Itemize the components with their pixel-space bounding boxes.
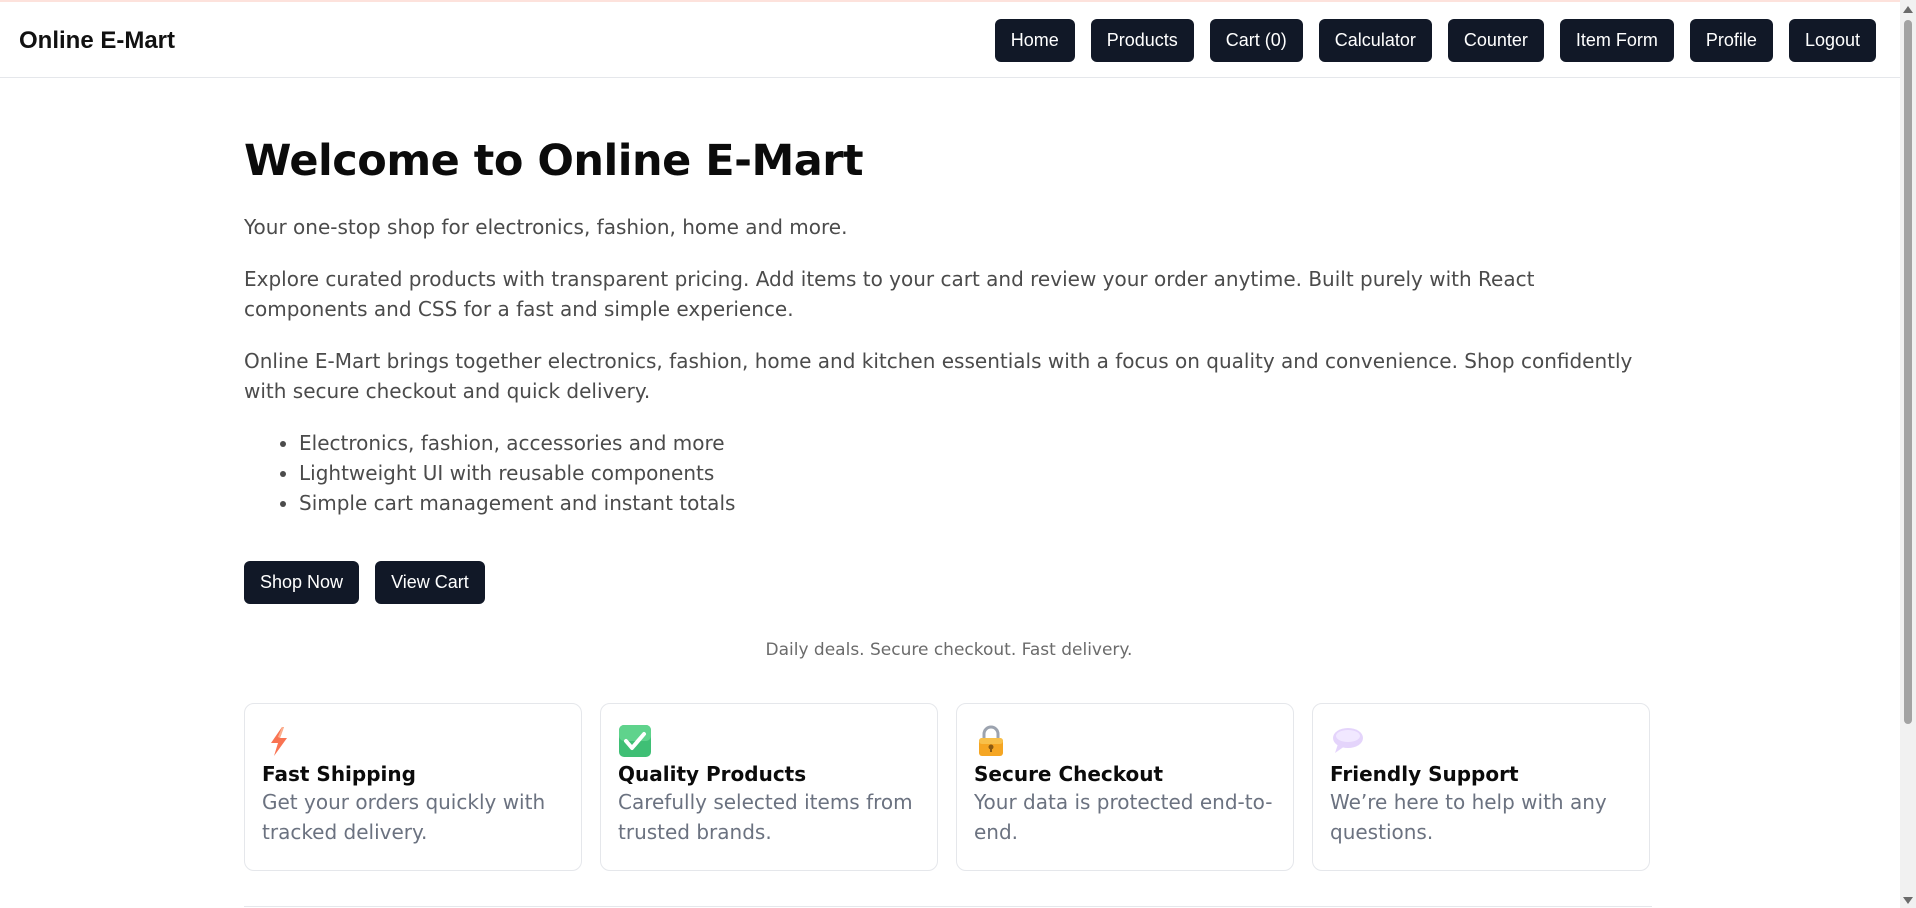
card-title: Fast Shipping [262,762,416,786]
hero-tagline: Your one-stop shop for electronics, fash… [244,215,848,239]
shop-now-button[interactable]: Shop Now [244,561,360,604]
nav-profile-button[interactable]: Profile [1689,19,1773,62]
feature-list-item: Electronics, fashion, accessories and mo… [299,428,735,458]
card-text: Carefully selected items from trusted br… [618,790,913,844]
feature-cards: Fast Shipping Get your orders quickly wi… [244,703,1650,871]
view-cart-button[interactable]: View Cart [375,561,485,604]
feature-card-fast-shipping: Fast Shipping Get your orders quickly wi… [244,703,582,871]
hero-description-1: Explore curated products with transparen… [244,267,1535,321]
scrollbar-thumb[interactable] [1904,20,1912,724]
main-nav: Home Products Cart (0) Calculator Counte… [994,19,1876,62]
lock-icon [979,725,1003,756]
nav-counter-button[interactable]: Counter [1447,19,1544,62]
speech-bubble-icon [1333,728,1363,753]
card-text: Your data is protected end-to-end. [974,790,1273,844]
feature-list-item: Lightweight UI with reusable components [299,458,735,488]
card-title: Quality Products [618,762,807,786]
deals-note: Daily deals. Secure checkout. Fast deliv… [765,640,1133,660]
card-text: We’re here to help with any questions. [1330,790,1607,844]
brand-logo[interactable]: Online E-Mart [19,27,175,55]
nav-home-button[interactable]: Home [994,19,1075,62]
nav-logout-button[interactable]: Logout [1788,19,1876,62]
page-title: Welcome to Online E-Mart [244,136,864,186]
section-divider [244,906,1652,907]
feature-card-secure-checkout: Secure Checkout Your data is protected e… [956,703,1294,871]
card-text: Get your orders quickly with tracked del… [262,790,546,844]
feature-card-quality-products: Quality Products Carefully selected item… [600,703,938,871]
page-scrollbar[interactable] [1900,0,1916,908]
lightning-icon [271,727,287,756]
nav-item-form-button[interactable]: Item Form [1559,19,1674,62]
checkmark-icon [619,725,651,757]
scroll-down-arrow-icon[interactable] [1903,897,1913,904]
nav-cart-button[interactable]: Cart (0) [1209,19,1303,62]
hero-description-2: Online E-Mart brings together electronic… [244,349,1633,403]
scroll-up-arrow-icon[interactable] [1903,6,1913,13]
feature-list: Electronics, fashion, accessories and mo… [244,428,735,518]
feature-list-item: Simple cart management and instant total… [299,488,735,518]
navbar: Online E-Mart Home Products Cart (0) Cal… [0,2,1900,78]
cta-buttons: Shop Now View Cart [244,561,485,604]
nav-products-button[interactable]: Products [1090,19,1194,62]
feature-card-friendly-support: Friendly Support We’re here to help with… [1312,703,1650,871]
card-title: Friendly Support [1330,762,1519,786]
card-title: Secure Checkout [974,762,1164,786]
nav-calculator-button[interactable]: Calculator [1318,19,1432,62]
